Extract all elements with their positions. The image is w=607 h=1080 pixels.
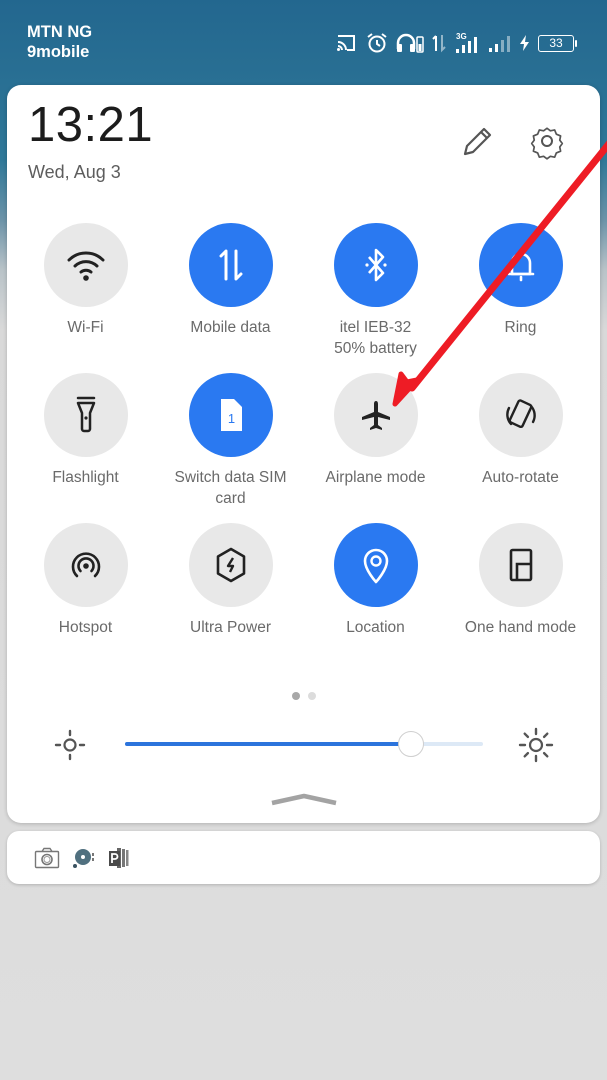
tile-one-hand-mode[interactable]: One hand mode xyxy=(448,523,593,638)
tile-mobile-data[interactable]: Mobile data xyxy=(158,223,303,338)
edit-button[interactable] xyxy=(457,121,497,161)
brightness-slider-thumb[interactable] xyxy=(398,731,425,757)
gear-icon xyxy=(530,127,564,160)
status-icons: 3G 33 xyxy=(336,32,577,54)
powerpoint-icon[interactable] xyxy=(108,846,130,870)
hotspot-icon xyxy=(71,552,100,578)
settings-button[interactable] xyxy=(527,121,567,161)
tile-mobile-data-button[interactable] xyxy=(188,223,273,307)
music-player-icon[interactable] xyxy=(72,847,96,869)
tile-label: Wi-Fi xyxy=(67,319,104,336)
tile-label: Ring xyxy=(504,319,537,336)
alarm-icon xyxy=(366,32,388,54)
tile-location[interactable]: Location xyxy=(303,523,448,638)
tile-hotspot-button[interactable] xyxy=(43,523,128,607)
carrier-sim2: 9mobile xyxy=(27,43,90,61)
tile-label: Hotspot xyxy=(58,619,113,636)
headphones-battery-icon xyxy=(396,33,424,53)
brightness-high-icon xyxy=(518,727,554,763)
tile-airplane-mode-button[interactable] xyxy=(333,373,418,457)
charging-icon xyxy=(520,35,530,51)
rotate-icon xyxy=(505,399,536,429)
signal-sim1-icon: 3G xyxy=(454,32,480,54)
brightness-low-icon xyxy=(54,729,86,761)
brightness-control xyxy=(7,723,600,767)
tile-label: Auto-rotate xyxy=(482,469,559,486)
flashlight-icon xyxy=(76,396,95,433)
camera-icon[interactable] xyxy=(34,847,60,869)
date[interactable]: Wed, Aug 3 xyxy=(28,162,121,183)
tile-label: Airplane mode xyxy=(325,469,426,486)
tile-wifi[interactable]: Wi-Fi xyxy=(13,223,158,338)
carrier-sim1: MTN NG xyxy=(27,23,93,41)
tile-label: Mobile data xyxy=(190,319,271,336)
tile-location-button[interactable] xyxy=(333,523,418,607)
carrier-names: MTN NG 9mobile xyxy=(27,22,92,62)
bluetooth-icon xyxy=(364,248,387,282)
signal-sim2-icon xyxy=(488,33,512,53)
brightness-slider[interactable] xyxy=(125,731,483,757)
sim-card-icon: 1 xyxy=(220,399,242,431)
tile-one-hand-mode-button[interactable] xyxy=(478,523,563,607)
tile-flashlight-button[interactable] xyxy=(43,373,128,457)
collapse-handle[interactable] xyxy=(269,790,339,806)
notification-icons xyxy=(34,846,130,870)
tile-ultra-power-button[interactable] xyxy=(188,523,273,607)
tile-bluetooth[interactable]: itel IEB-32 50% battery xyxy=(303,223,448,359)
tile-auto-rotate-button[interactable] xyxy=(478,373,563,457)
quick-settings-panel: 13:21 Wed, Aug 3 Wi-Fi Mobile data itel … xyxy=(7,85,600,823)
one-hand-icon xyxy=(509,548,532,582)
clock[interactable]: 13:21 xyxy=(28,97,153,153)
tile-ring-button[interactable] xyxy=(478,223,563,307)
tile-auto-rotate[interactable]: Auto-rotate xyxy=(448,373,593,488)
power-saver-icon xyxy=(216,547,245,583)
pencil-icon xyxy=(463,127,492,156)
tile-sublabel-battery: 50% battery xyxy=(334,340,417,357)
tile-wifi-button[interactable] xyxy=(43,223,128,307)
tile-switch-sim-button[interactable]: 1 xyxy=(188,373,273,457)
svg-text:1: 1 xyxy=(227,411,234,426)
data-arrows-icon xyxy=(219,249,242,281)
wifi-icon xyxy=(67,251,104,281)
tile-airplane-mode[interactable]: Airplane mode xyxy=(303,373,448,488)
tile-switch-sim[interactable]: 1 Switch data SIM card xyxy=(158,373,303,509)
page-indicator xyxy=(292,692,316,700)
tile-ultra-power[interactable]: Ultra Power xyxy=(158,523,303,638)
tile-ring[interactable]: Ring xyxy=(448,223,593,338)
airplane-icon xyxy=(361,401,390,430)
tile-label: Flashlight xyxy=(52,469,119,486)
tile-label-device: itel IEB-32 xyxy=(339,319,412,336)
status-bar: MTN NG 9mobile 3G 33 xyxy=(0,0,607,80)
notification-bar[interactable] xyxy=(7,831,600,884)
tile-label: One hand mode xyxy=(464,619,577,636)
battery-icon: 33 xyxy=(538,34,577,52)
tile-label: Switch data SIM card xyxy=(174,469,287,507)
tile-bluetooth-button[interactable] xyxy=(333,223,418,307)
tile-hotspot[interactable]: Hotspot xyxy=(13,523,158,638)
cast-icon xyxy=(336,34,358,52)
tile-label: Location xyxy=(346,619,405,636)
location-pin-icon xyxy=(363,548,388,584)
data-activity-icon xyxy=(432,33,446,53)
page-dot-2[interactable] xyxy=(308,692,316,700)
tile-label: Ultra Power xyxy=(190,619,271,636)
battery-level: 33 xyxy=(538,34,574,52)
bell-icon xyxy=(507,252,534,282)
svg-text:3G: 3G xyxy=(456,32,467,41)
page-dot-1[interactable] xyxy=(292,692,300,700)
tile-label: itel IEB-32 50% battery xyxy=(303,317,448,359)
brightness-slider-fill xyxy=(125,742,412,746)
tile-flashlight[interactable]: Flashlight xyxy=(13,373,158,488)
